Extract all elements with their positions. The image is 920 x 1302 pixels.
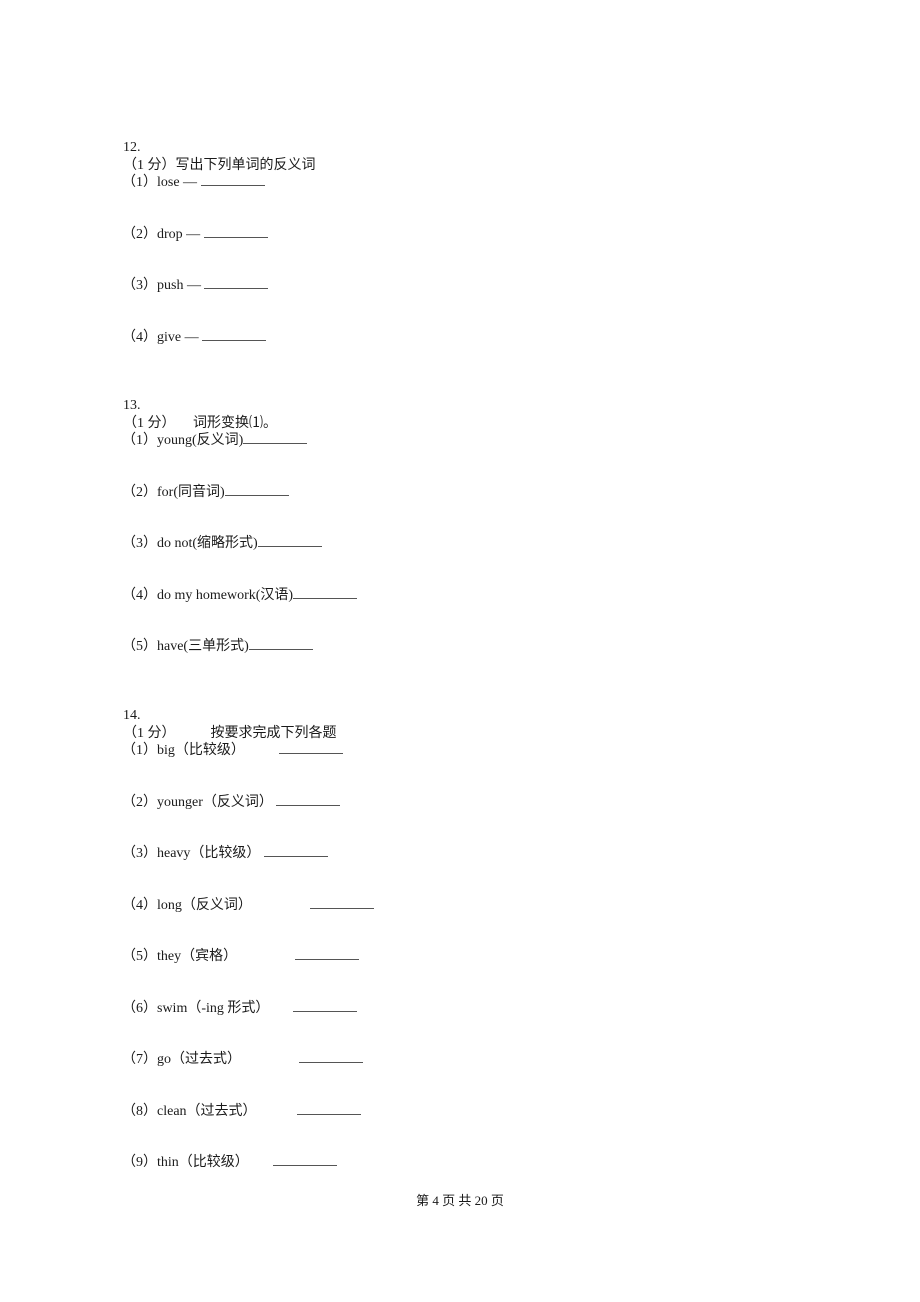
question-14-item-5: （5）they（宾格） [122, 947, 360, 966]
question-number: 14. [123, 708, 141, 723]
question-title: 写出下列单词的反义词 [175, 158, 316, 173]
item-text: thin（比较级） [157, 1155, 249, 1170]
answer-blank[interactable] [296, 1102, 361, 1115]
answer-blank[interactable] [200, 173, 265, 186]
answer-blank[interactable] [276, 793, 341, 806]
answer-blank[interactable] [248, 637, 313, 650]
question-score: （1 分） [123, 726, 176, 741]
page-footer: 第 4 页 共 20 页 [416, 1193, 504, 1208]
question-12-item-2: （2）drop — [122, 225, 268, 244]
item-label: （3） [122, 536, 157, 551]
question-12-item-4: （4）give — [122, 328, 267, 347]
item-text: clean（过去式） [157, 1104, 257, 1119]
question-14-item-2: （2）younger（反义词） [122, 793, 341, 812]
question-14-item-7: （7）go（过去式） [122, 1050, 363, 1069]
item-label: （1） [122, 433, 157, 448]
item-text: heavy（比较级） [157, 846, 261, 861]
answer-blank[interactable] [224, 483, 289, 496]
answer-blank[interactable] [257, 534, 322, 547]
item-label: （4） [122, 330, 157, 345]
answer-blank[interactable] [299, 1050, 363, 1063]
item-text: younger（反义词） [157, 795, 273, 810]
question-12-heading: 12. （1 分）写出下列单词的反义词 [116, 121, 316, 175]
question-13-item-1: （1）young(反义词) [122, 431, 308, 450]
question-13-item-2: （2）for(同音词) [122, 483, 289, 502]
item-label: （2） [122, 795, 157, 810]
answer-blank[interactable] [202, 328, 267, 341]
item-text: long（反义词） [157, 898, 252, 913]
question-score: （1 分） [123, 158, 176, 173]
item-text: do my homework(汉语) [157, 588, 294, 603]
question-13-item-4: （4）do my homework(汉语) [122, 586, 358, 605]
question-14-item-8: （8）clean（过去式） [122, 1102, 361, 1121]
answer-blank[interactable] [309, 896, 374, 909]
item-label: （2） [122, 485, 157, 500]
item-label: （5） [122, 639, 157, 654]
item-text: swim（-ing 形式） [157, 1001, 270, 1016]
item-text: lose — [157, 175, 198, 190]
item-label: （1） [122, 743, 157, 758]
item-label: （9） [122, 1155, 157, 1170]
question-13-heading: 13. （1 分） 词形变换⑴。 [116, 379, 277, 433]
item-text: drop — [157, 227, 201, 242]
item-text: have(三单形式) [157, 639, 249, 654]
answer-blank[interactable] [203, 225, 268, 238]
answer-blank[interactable] [293, 586, 358, 599]
item-text: big（比较级） [157, 743, 245, 758]
item-label: （7） [122, 1052, 157, 1067]
question-14-item-9: （9）thin（比较级） [122, 1153, 337, 1172]
answer-blank[interactable] [295, 947, 360, 960]
question-13-item-5: （5）have(三单形式) [122, 637, 313, 656]
item-text: do not(缩略形式) [157, 536, 258, 551]
answer-blank[interactable] [243, 431, 308, 444]
question-number: 13. [123, 398, 141, 413]
item-label: （5） [122, 949, 157, 964]
item-text: for(同音词) [157, 485, 225, 500]
item-label: （3） [122, 278, 157, 293]
question-score: （1 分） [123, 416, 176, 431]
item-text: give — [157, 330, 199, 345]
question-14-item-1: （1）big（比较级） [122, 741, 343, 760]
question-number: 12. [123, 140, 141, 155]
question-title: 词形变换⑴。 [193, 416, 277, 431]
item-label: （6） [122, 1001, 157, 1016]
item-label: （2） [122, 227, 157, 242]
item-label: （3） [122, 846, 157, 861]
item-label: （1） [122, 175, 157, 190]
question-14-heading: 14. （1 分） 按要求完成下列各题 [116, 689, 337, 743]
answer-blank[interactable] [263, 844, 328, 857]
question-14-item-4: （4）long（反义词） [122, 896, 374, 915]
question-12-item-1: （1）lose — [122, 173, 265, 192]
item-text: go（过去式） [157, 1052, 241, 1067]
item-text: young(反义词) [157, 433, 244, 448]
question-13-item-3: （3）do not(缩略形式) [122, 534, 322, 553]
item-label: （4） [122, 898, 157, 913]
answer-blank[interactable] [293, 999, 358, 1012]
item-label: （8） [122, 1104, 157, 1119]
answer-blank[interactable] [272, 1153, 337, 1166]
answer-blank[interactable] [204, 276, 269, 289]
question-title: 按要求完成下列各题 [210, 726, 337, 741]
question-12-item-3: （3）push — [122, 276, 269, 295]
question-14-item-3: （3）heavy（比较级） [122, 844, 328, 863]
item-text: push — [157, 278, 201, 293]
answer-blank[interactable] [278, 741, 343, 754]
question-14-item-6: （6）swim（-ing 形式） [122, 999, 358, 1018]
item-text: they（宾格） [157, 949, 238, 964]
item-label: （4） [122, 588, 157, 603]
